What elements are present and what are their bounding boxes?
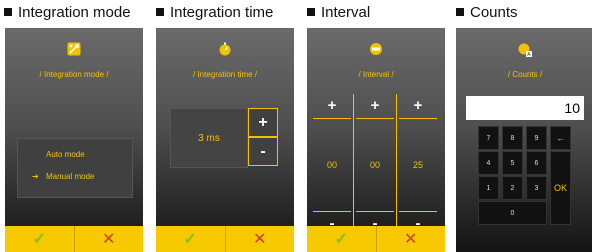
key-4[interactable]: 4 <box>478 151 499 175</box>
bullet-square-icon <box>456 8 464 16</box>
key-7[interactable]: 7 <box>478 126 499 150</box>
section-label-integration-mode: Integration mode <box>4 4 131 21</box>
key-0[interactable]: 0 <box>478 201 547 225</box>
confirm-button[interactable]: ✓ <box>307 226 376 252</box>
cancel-button[interactable]: ✕ <box>73 226 144 252</box>
footer-bar: ✓ ✕ <box>156 226 294 252</box>
footer-bar: ✓ ✕ <box>307 226 445 252</box>
bullet-square-icon <box>156 8 164 16</box>
key-5[interactable]: 5 <box>502 151 523 175</box>
cancel-button[interactable]: ✕ <box>375 226 446 252</box>
interval-value: 00 <box>356 118 394 212</box>
screen-title: / Counts / <box>507 70 543 79</box>
close-icon: ✕ <box>102 231 116 248</box>
integration-mode-icon <box>5 42 143 58</box>
close-icon: ✕ <box>404 231 418 248</box>
confirm-button[interactable]: ✓ <box>5 226 74 252</box>
interval-column-hours: + 00 - <box>313 96 351 232</box>
counter-icon: A <box>456 42 592 58</box>
key-6[interactable]: 6 <box>526 151 547 175</box>
counts-screen: A / Counts / 10 7 8 9 ← 4 5 6 1 2 3 OK 0 <box>456 28 592 252</box>
confirm-button[interactable]: ✓ <box>156 226 225 252</box>
screen-title: / Integration time / <box>192 70 258 79</box>
column-divider <box>396 94 397 234</box>
selected-arrow-icon: ➔ <box>32 172 39 181</box>
key-2[interactable]: 2 <box>502 176 523 200</box>
key-8[interactable]: 8 <box>502 126 523 150</box>
key-3[interactable]: 3 <box>526 176 547 200</box>
check-icon: ✓ <box>334 231 348 248</box>
column-divider <box>353 94 354 234</box>
stopwatch-icon <box>156 42 294 58</box>
integration-time-screen: / Integration time / 3 ms + - ✓ ✕ <box>156 28 294 252</box>
increase-button[interactable]: + <box>313 96 351 114</box>
cancel-button[interactable]: ✕ <box>224 226 295 252</box>
counts-input[interactable]: 10 <box>466 96 584 120</box>
screen-title: / Integration mode / <box>39 70 109 79</box>
integration-time-value: 3 ms <box>170 108 248 168</box>
mode-options-list: Auto mode ➔ Manual mode <box>17 138 133 198</box>
section-label-interval: Interval <box>307 4 370 21</box>
bullet-square-icon <box>4 8 12 16</box>
section-label-counts: Counts <box>456 4 518 21</box>
ok-key[interactable]: OK <box>550 151 571 225</box>
screen-title: / Interval / <box>358 70 394 79</box>
check-icon: ✓ <box>183 231 197 248</box>
interval-column-seconds: + 25 - <box>399 96 437 232</box>
integration-mode-screen: / Integration mode / Auto mode ➔ Manual m… <box>5 28 143 252</box>
close-icon: ✕ <box>253 231 267 248</box>
increase-button[interactable]: + <box>248 108 278 137</box>
key-1[interactable]: 1 <box>478 176 499 200</box>
backspace-key[interactable]: ← <box>550 126 571 150</box>
check-icon: ✓ <box>32 231 46 248</box>
interval-value: 00 <box>313 118 351 212</box>
decrease-button[interactable]: - <box>248 137 278 166</box>
interval-value: 25 <box>399 118 437 212</box>
increase-button[interactable]: + <box>399 96 437 114</box>
increase-button[interactable]: + <box>356 96 394 114</box>
footer-bar: ✓ ✕ <box>5 226 143 252</box>
interval-screen: / Interval / + 00 - + 00 - + 25 - ✓ ✕ <box>307 28 445 252</box>
bullet-square-icon <box>307 8 315 16</box>
option-auto-mode[interactable]: Auto mode <box>46 150 85 159</box>
option-manual-mode[interactable]: ➔ Manual mode <box>32 172 94 181</box>
interval-column-minutes: + 00 - <box>356 96 394 232</box>
section-label-integration-time: Integration time <box>156 4 273 21</box>
timer-icon <box>307 42 445 58</box>
key-9[interactable]: 9 <box>526 126 547 150</box>
